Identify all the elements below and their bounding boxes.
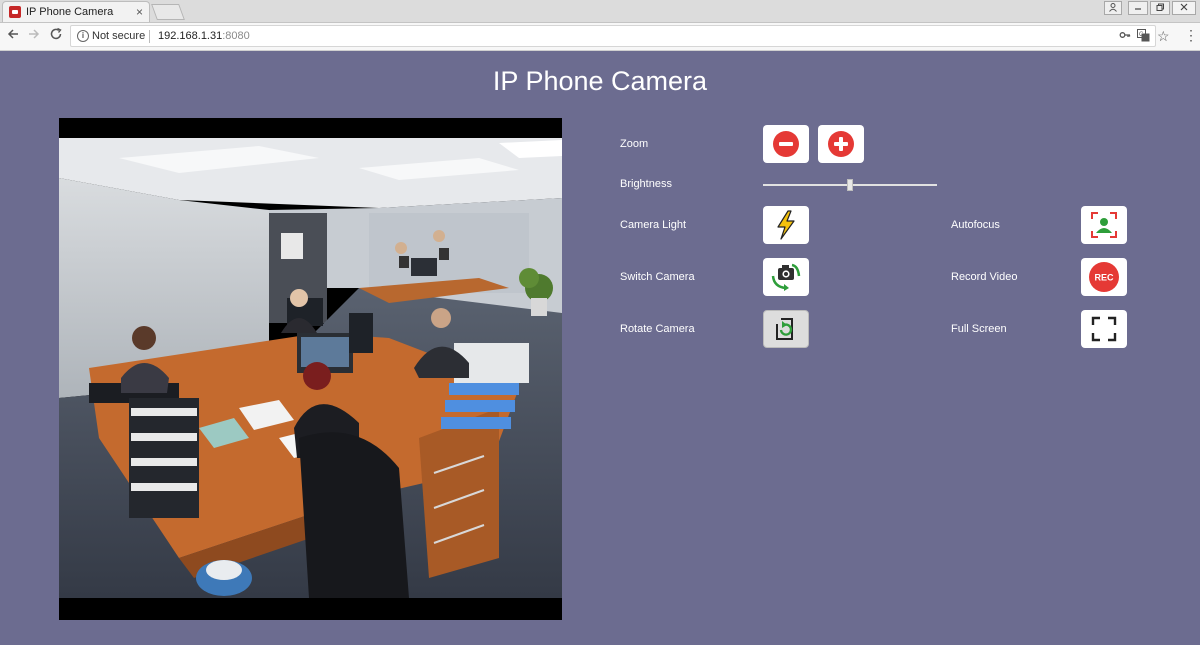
browser-toolbar: i Not secure 192.168.1.31:8080 G ☆ ⋮ [0,23,1200,51]
zoom-out-button[interactable] [763,125,809,163]
camera-feed[interactable] [59,118,562,620]
profile-icon[interactable] [1104,1,1122,15]
plus-circle-icon [828,131,854,157]
camera-light-button[interactable] [763,206,809,244]
restore-icon[interactable] [1150,1,1170,15]
lightning-bolt-icon [777,210,795,240]
office-camera-image [59,138,562,598]
bookmark-star-icon[interactable]: ☆ [1157,28,1170,45]
back-arrow-icon[interactable] [3,27,23,45]
rotate-camera-label: Rotate Camera [620,323,695,335]
record-video-button[interactable]: REC [1081,258,1127,296]
page-title: IP Phone Camera [492,66,708,96]
info-icon[interactable]: i [77,30,89,42]
reload-icon[interactable] [46,27,66,45]
brightness-label: Brightness [620,178,672,190]
address-bar[interactable]: i Not secure 192.168.1.31:8080 G ☆ [70,25,1170,47]
url-host: 192.168.1.31 [158,30,223,42]
zoom-in-button[interactable] [818,125,864,163]
rotate-icon [776,318,793,340]
browser-tab[interactable]: IP Phone Camera × [2,1,150,22]
rotate-camera-button[interactable] [763,310,809,348]
tab-strip: IP Phone Camera × [0,0,1200,23]
translate-icon[interactable]: G [1137,29,1150,45]
app-favicon-icon [9,6,21,18]
full-screen-button[interactable] [1081,310,1127,348]
new-tab-button[interactable] [151,4,185,20]
not-secure-label[interactable]: Not secure [92,30,145,42]
fullscreen-icon [1091,316,1117,342]
switch-camera-icon [771,263,801,291]
forward-arrow-icon[interactable] [24,27,44,45]
slider-thumb[interactable] [847,179,853,191]
tab-title: IP Phone Camera [26,6,114,18]
brightness-slider[interactable] [763,179,937,191]
autofocus-button[interactable] [1081,206,1127,244]
url-text[interactable]: 192.168.1.31:8080 [158,30,250,42]
switch-camera-button[interactable] [763,258,809,296]
switch-camera-label: Switch Camera [620,271,695,283]
minimize-icon[interactable] [1128,1,1148,15]
url-port: :8080 [222,30,250,42]
record-badge-text: REC [1094,273,1114,283]
minus-circle-icon [773,131,799,157]
omnibox-divider [149,30,150,43]
window-close-icon[interactable] [1172,1,1196,15]
focus-frame-icon [1091,212,1117,238]
camera-light-label: Camera Light [620,219,687,231]
tab-close-icon[interactable]: × [136,5,143,19]
autofocus-label: Autofocus [951,219,1000,231]
zoom-label: Zoom [620,138,649,150]
key-icon[interactable] [1119,29,1131,44]
svg-text:G: G [1139,32,1144,38]
browser-menu-icon[interactable]: ⋮ [1184,27,1198,44]
full-screen-label: Full Screen [951,323,1007,335]
record-icon: REC [1089,262,1119,292]
record-video-label: Record Video [951,271,1018,283]
